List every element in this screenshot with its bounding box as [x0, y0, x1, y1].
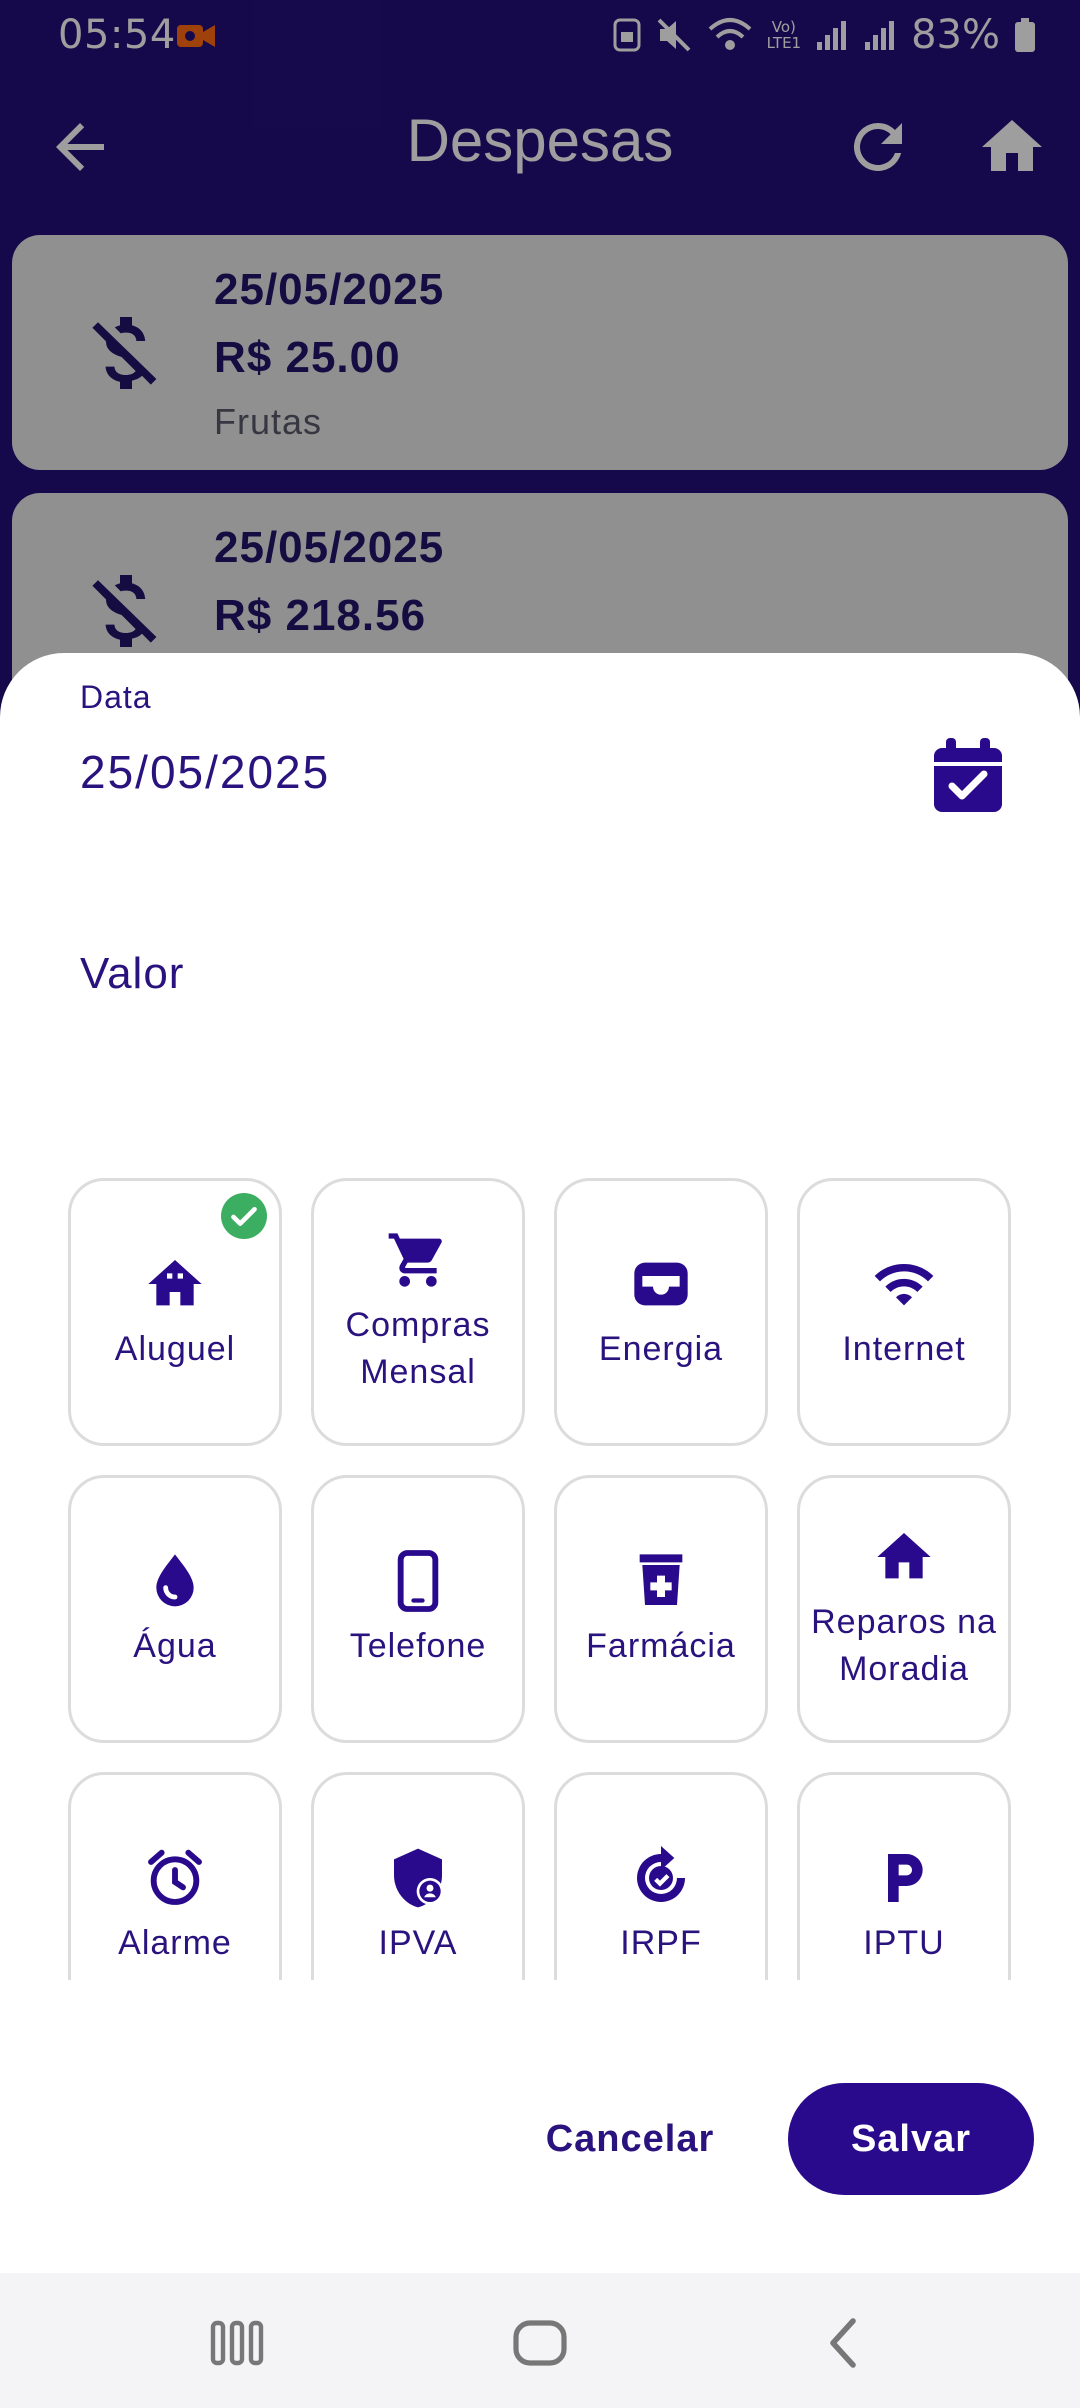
drop-icon — [156, 1553, 194, 1606]
category-tile-ipva[interactable]: IPVA — [311, 1772, 525, 1980]
home-repair-icon — [877, 1533, 931, 1579]
category-tile-farmacia[interactable]: Farmácia — [554, 1475, 768, 1743]
system-navigation-bar — [0, 2273, 1080, 2408]
cancel-button[interactable]: Cancelar — [518, 2096, 742, 2182]
category-label: Energia — [598, 1329, 724, 1368]
category-label: Telefone — [349, 1626, 487, 1665]
calendar-check-icon[interactable] — [932, 738, 1004, 814]
house-icon — [148, 1259, 202, 1305]
category-tile-telefone[interactable]: Telefone — [311, 1475, 525, 1743]
category-grid-layer: Aluguel Compras Mensal Energia Internet … — [0, 1178, 1080, 1980]
category-tile-aluguel[interactable]: Aluguel — [68, 1178, 282, 1446]
category-label: Compras Mensal — [345, 1306, 491, 1391]
category-tile-internet[interactable]: Internet — [797, 1178, 1011, 1446]
back-button-icon[interactable] — [815, 2313, 875, 2373]
category-label: IRPF — [620, 1923, 702, 1962]
tax-icon — [637, 1845, 685, 1902]
check-circle-icon — [221, 1193, 267, 1239]
category-label: IPVA — [378, 1923, 458, 1962]
category-label: Água — [133, 1626, 217, 1665]
category-label: Reparos na Moradia — [811, 1603, 997, 1688]
wallet-icon — [634, 1262, 688, 1305]
category-label: Farmácia — [586, 1626, 736, 1665]
date-field[interactable]: 25/05/2025 — [80, 745, 330, 799]
alarm-icon — [148, 1849, 202, 1905]
save-button[interactable]: Salvar — [788, 2083, 1034, 2195]
category-tile-agua[interactable]: Água — [68, 1475, 282, 1743]
category-tile-compras-mensal[interactable]: Compras Mensal — [311, 1178, 525, 1446]
category-tile-iptu[interactable]: IPTU — [797, 1772, 1011, 1980]
phone-icon — [397, 1549, 439, 1612]
amount-field[interactable]: Valor — [80, 949, 184, 999]
category-label: Internet — [842, 1329, 966, 1368]
date-label: Data — [80, 679, 152, 715]
category-tile-energia[interactable]: Energia — [554, 1178, 768, 1446]
wifi-icon — [874, 1263, 934, 1305]
category-tile-irpf[interactable]: IRPF — [554, 1772, 768, 1980]
shield-user-icon — [394, 1848, 444, 1907]
home-button-icon[interactable] — [510, 2313, 570, 2373]
pharmacy-icon — [639, 1553, 683, 1605]
recent-apps-icon[interactable] — [207, 2313, 267, 2373]
cart-icon — [388, 1233, 442, 1287]
parking-icon — [888, 1853, 923, 1902]
category-tile-alarme[interactable]: Alarme — [68, 1772, 282, 1980]
category-tile-reparos-na-moradia[interactable]: Reparos na Moradia — [797, 1475, 1011, 1743]
category-label: Alarme — [118, 1923, 232, 1962]
category-label: Aluguel — [114, 1329, 236, 1368]
category-label: IPTU — [863, 1923, 945, 1962]
